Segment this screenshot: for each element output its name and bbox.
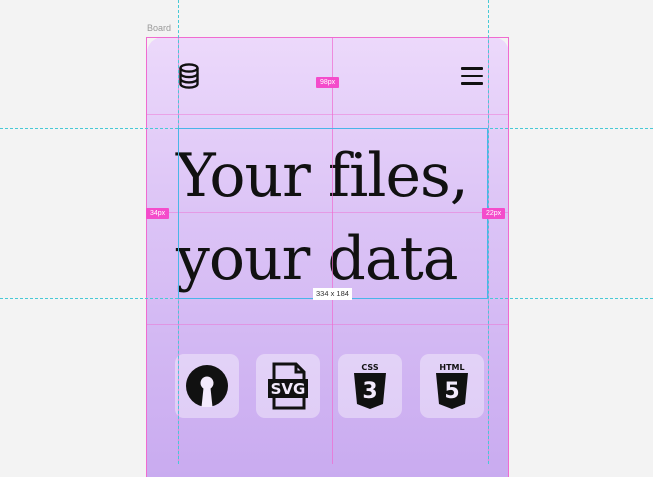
tech-icon-row: SVG CSS 3 HTML 5: [175, 354, 485, 418]
board-label[interactable]: Board: [147, 23, 171, 33]
spacing-badge-top: 98px: [316, 77, 340, 88]
css3-icon: CSS 3: [354, 363, 386, 409]
tech-tile-html5[interactable]: HTML 5: [420, 354, 484, 418]
svg-file-icon: SVG: [268, 362, 308, 410]
spacing-badge-right: 22px: [482, 208, 506, 219]
hamburger-menu-icon[interactable]: [461, 67, 483, 85]
selection-size-label: 334 x 184: [313, 288, 352, 300]
html5-icon-number: 5: [444, 379, 459, 404]
tech-tile-css3[interactable]: CSS 3: [338, 354, 402, 418]
row-guide-1: [147, 114, 509, 115]
tech-tile-svg[interactable]: SVG: [256, 354, 320, 418]
menu-bar: [461, 67, 483, 70]
tech-tile-open-source[interactable]: [175, 354, 239, 418]
svg-icon-text: SVG: [271, 380, 306, 398]
guide-line-vertical-right[interactable]: [488, 0, 489, 464]
html5-icon-text: HTML: [439, 363, 464, 372]
css3-icon-number: 3: [362, 379, 377, 404]
html5-icon: HTML 5: [436, 363, 468, 409]
menu-bar: [461, 74, 483, 77]
css3-icon-text: CSS: [361, 363, 378, 372]
row-guide-3: [147, 324, 509, 325]
spacing-badge-left: 34px: [146, 208, 170, 219]
open-source-icon: [186, 365, 228, 407]
database-icon[interactable]: [178, 63, 200, 89]
menu-bar: [461, 82, 483, 85]
selection-box[interactable]: [178, 128, 488, 299]
